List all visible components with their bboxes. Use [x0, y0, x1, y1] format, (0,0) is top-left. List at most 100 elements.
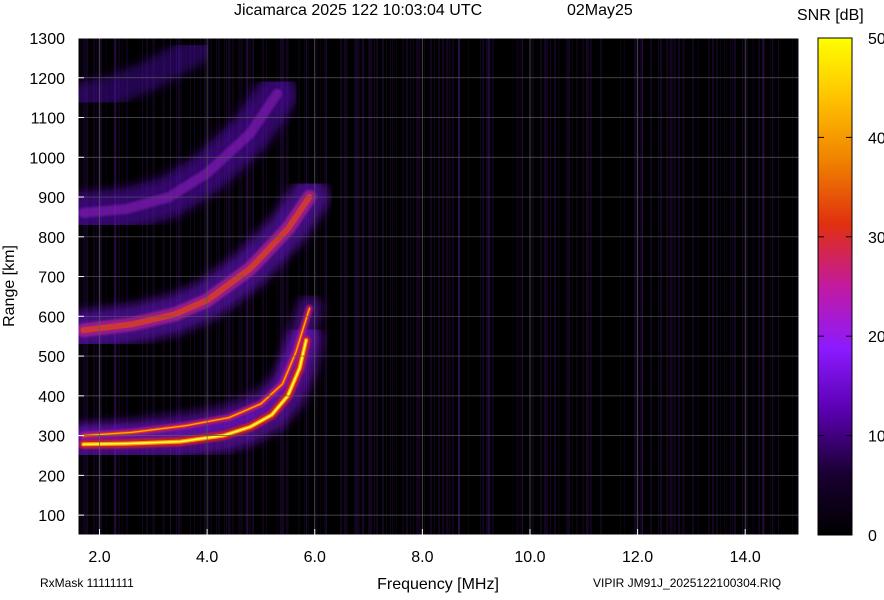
noise-stripe: [382, 38, 384, 535]
noise-stripe: [516, 38, 518, 535]
noise-stripe: [752, 38, 754, 535]
x-tick-label: 12.0: [622, 549, 653, 566]
noise-stripe: [634, 38, 636, 535]
x-tick-label: 2.0: [88, 549, 110, 566]
noise-stripe: [730, 38, 731, 535]
noise-stripe: [520, 38, 522, 535]
noise-stripe: [734, 38, 736, 535]
noise-stripe: [324, 38, 326, 535]
y-tick-label: 200: [38, 468, 65, 485]
noise-stripe: [308, 38, 309, 535]
noise-stripe: [746, 38, 748, 535]
noise-stripe: [588, 38, 589, 535]
noise-stripe: [358, 38, 360, 535]
noise-stripe: [576, 38, 578, 535]
noise-stripe: [446, 38, 448, 535]
noise-stripe: [488, 38, 490, 535]
y-tick-label: 500: [38, 349, 65, 366]
noise-stripe: [668, 38, 670, 535]
noise-stripe: [370, 38, 372, 535]
noise-stripe: [708, 38, 710, 535]
noise-stripe: [586, 38, 588, 535]
noise-stripe: [512, 38, 513, 535]
y-tick-label: 400: [38, 389, 65, 406]
noise-stripe: [452, 38, 454, 535]
noise-stripe: [394, 38, 395, 535]
noise-stripe: [356, 38, 358, 535]
noise-stripe: [410, 38, 411, 535]
noise-stripe: [726, 38, 727, 535]
noise-stripe: [758, 38, 760, 535]
x-tick-label: 8.0: [411, 549, 433, 566]
noise-stripe: [412, 38, 414, 535]
noise-stripe: [162, 38, 164, 535]
noise-stripe: [590, 38, 592, 535]
noise-stripe: [762, 38, 764, 535]
colorbar-tick-label: 40: [868, 130, 884, 147]
noise-stripe: [720, 38, 721, 535]
noise-stripe: [566, 38, 568, 535]
colorbar-tick-label: 50: [868, 31, 884, 48]
noise-stripe: [390, 38, 391, 535]
noise-stripe: [340, 38, 342, 535]
noise-stripe: [424, 38, 425, 535]
y-tick-label: 1300: [29, 31, 65, 48]
noise-stripe: [582, 38, 584, 535]
colorbar: [817, 37, 853, 536]
noise-stripe: [492, 38, 494, 535]
noise-stripe: [392, 38, 393, 535]
colorbar-tick-label: 20: [868, 329, 884, 346]
noise-stripe: [420, 38, 422, 535]
y-tick-label: 300: [38, 429, 65, 446]
noise-stripe: [362, 38, 364, 535]
noise-stripe: [670, 38, 672, 535]
y-tick-label: 1000: [29, 150, 65, 167]
noise-stripe: [636, 38, 637, 535]
noise-stripe: [624, 38, 625, 535]
noise-stripe: [774, 38, 775, 535]
noise-stripe: [468, 38, 469, 535]
noise-stripe: [796, 38, 797, 535]
noise-stripe: [482, 38, 484, 535]
noise-stripe: [658, 38, 659, 535]
noise-stripe: [640, 38, 642, 535]
noise-stripe: [674, 38, 676, 535]
ionogram-svg: Jicamarca 2025 122 10:03:04 UTC 02May25 …: [1, 2, 884, 593]
noise-stripe: [316, 38, 318, 535]
noise-stripe: [178, 38, 180, 535]
noise-stripe: [170, 38, 171, 535]
noise-stripe: [724, 38, 725, 535]
noise-stripe: [326, 38, 327, 535]
noise-stripe: [792, 38, 793, 535]
noise-stripe: [176, 38, 177, 535]
noise-stripe: [438, 38, 440, 535]
noise-stripe: [742, 38, 743, 535]
noise-stripe: [532, 38, 534, 535]
noise-stripe: [146, 38, 148, 535]
noise-stripe: [546, 38, 548, 535]
noise-stripe: [698, 38, 699, 535]
noise-stripe: [418, 38, 420, 535]
noise-stripe: [518, 38, 519, 535]
colorbar-tick-label: 0: [868, 528, 877, 545]
x-tick-label: 10.0: [514, 549, 545, 566]
noise-stripe: [346, 38, 348, 535]
noise-stripe: [154, 38, 155, 535]
noise-stripe: [486, 38, 488, 535]
noise-stripe: [442, 38, 444, 535]
noise-stripe: [672, 38, 674, 535]
noise-stripe: [638, 38, 639, 535]
noise-stripe: [554, 38, 556, 535]
chart-date: 02May25: [567, 2, 633, 19]
noise-stripe: [684, 38, 685, 535]
noise-stripe: [770, 38, 771, 535]
y-tick-label: 800: [38, 230, 65, 247]
x-axis-label: Frequency [MHz]: [377, 576, 499, 593]
y-tick-label: 600: [38, 309, 65, 326]
noise-stripe: [164, 38, 165, 535]
noise-stripe: [558, 38, 560, 535]
noise-stripe: [544, 38, 546, 535]
y-tick-label: 1100: [31, 111, 66, 128]
noise-stripe: [344, 38, 346, 535]
noise-stripe: [376, 38, 378, 535]
